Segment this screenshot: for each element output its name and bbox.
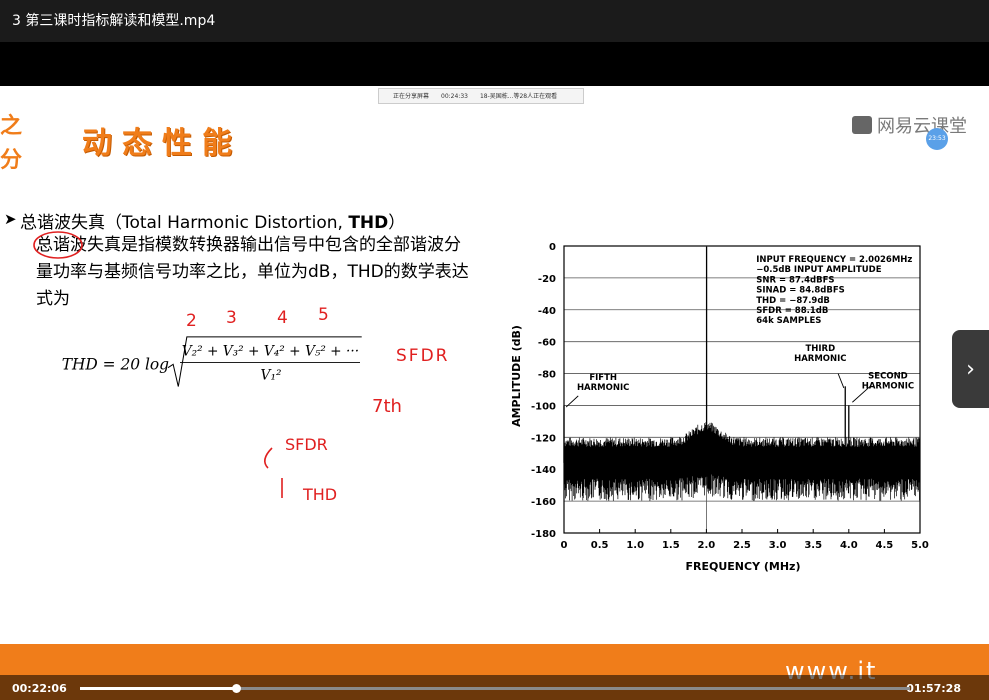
chart-annotations: FIFTHHARMONICTHIRDHARMONICSECONDHARMONIC: [565, 344, 914, 408]
hw-4: 4: [277, 308, 288, 328]
info-line: −0.5dB INPUT AMPLITUDE: [756, 265, 881, 275]
y-axis-label: AMPLITUDE (dB): [510, 325, 523, 427]
annotation-label: HARMONIC: [577, 383, 629, 393]
y-tick-label: -100: [531, 401, 556, 412]
info-line: SNR = 87.4dBFS: [756, 275, 834, 285]
annotation-label: FIFTH: [589, 373, 617, 383]
next-chevron-button[interactable]: ›: [952, 330, 989, 408]
hw-3: 3: [226, 308, 237, 328]
info-line: SFDR = 88.1dB: [756, 306, 828, 316]
chart-info-box: INPUT FREQUENCY = 2.0026MHz−0.5dB INPUT …: [756, 255, 912, 326]
hw-sfdr-1: SFDR: [396, 346, 449, 366]
hw-sfdr-2: SFDR: [285, 435, 328, 454]
current-time: 00:22:06: [12, 682, 67, 695]
noise-floor-trace: [563, 422, 921, 501]
hw-5: 5: [318, 305, 329, 325]
y-tick-label: -180: [531, 529, 556, 540]
hw-2: 2: [186, 311, 197, 331]
x-tick-label: 2.0: [698, 540, 716, 551]
y-tick-label: 0: [549, 242, 556, 253]
chevron-right-icon: ›: [966, 356, 975, 382]
info-line: THD = −87.9dB: [756, 296, 830, 306]
info-line: 64k SAMPLES: [756, 316, 821, 326]
x-tick-label: 4.5: [876, 540, 894, 551]
hw-bracket: [263, 447, 283, 498]
x-tick-label: 3.5: [804, 540, 822, 551]
y-tick-label: -80: [538, 370, 556, 381]
y-tick-label: -60: [538, 338, 556, 349]
x-tick-label: 5.0: [911, 540, 929, 551]
x-tick-label: 1.0: [626, 540, 644, 551]
hw-7th: 7th: [372, 396, 402, 417]
y-tick-label: -40: [538, 306, 556, 317]
chart-axes: 0 -20 -40 -60 -80 -100 -120 -140 -160 -180 0 0.5 1.0…: [531, 242, 929, 551]
progress-bar[interactable]: [80, 684, 910, 693]
annotation-label: HARMONIC: [794, 354, 846, 364]
progress-fill: [80, 687, 237, 690]
info-line: SINAD = 84.8dBFS: [756, 286, 845, 296]
hw-thd: THD: [302, 485, 337, 504]
x-tick-label: 1.5: [662, 540, 680, 551]
fft-spectrum-chart: 0 -20 -40 -60 -80 -100 -120 -140 -160 -180 0 0.5 1.0…: [510, 242, 929, 573]
annotation-arrow: [837, 373, 845, 389]
annotation-label: THIRD: [805, 344, 835, 354]
x-tick-label: 0.5: [591, 540, 609, 551]
y-tick-label: -20: [538, 274, 556, 285]
noise-floor: [563, 422, 921, 501]
y-tick-label: -140: [531, 465, 556, 476]
x-tick-label: 0: [561, 540, 568, 551]
y-tick-label: -120: [531, 433, 556, 444]
y-tick-label: -160: [531, 497, 556, 508]
x-tick-label: 4.0: [840, 540, 858, 551]
x-axis-label: FREQUENCY (MHz): [686, 560, 801, 573]
handwritten-circle: [33, 231, 83, 259]
annotation-label: SECOND: [868, 371, 908, 381]
info-line: INPUT FREQUENCY = 2.0026MHz: [756, 255, 912, 265]
x-tick-label: 2.5: [733, 540, 751, 551]
x-tick-label: 3.0: [769, 540, 787, 551]
progress-knob[interactable]: [232, 684, 242, 693]
total-time: 01:57:28: [906, 682, 961, 695]
